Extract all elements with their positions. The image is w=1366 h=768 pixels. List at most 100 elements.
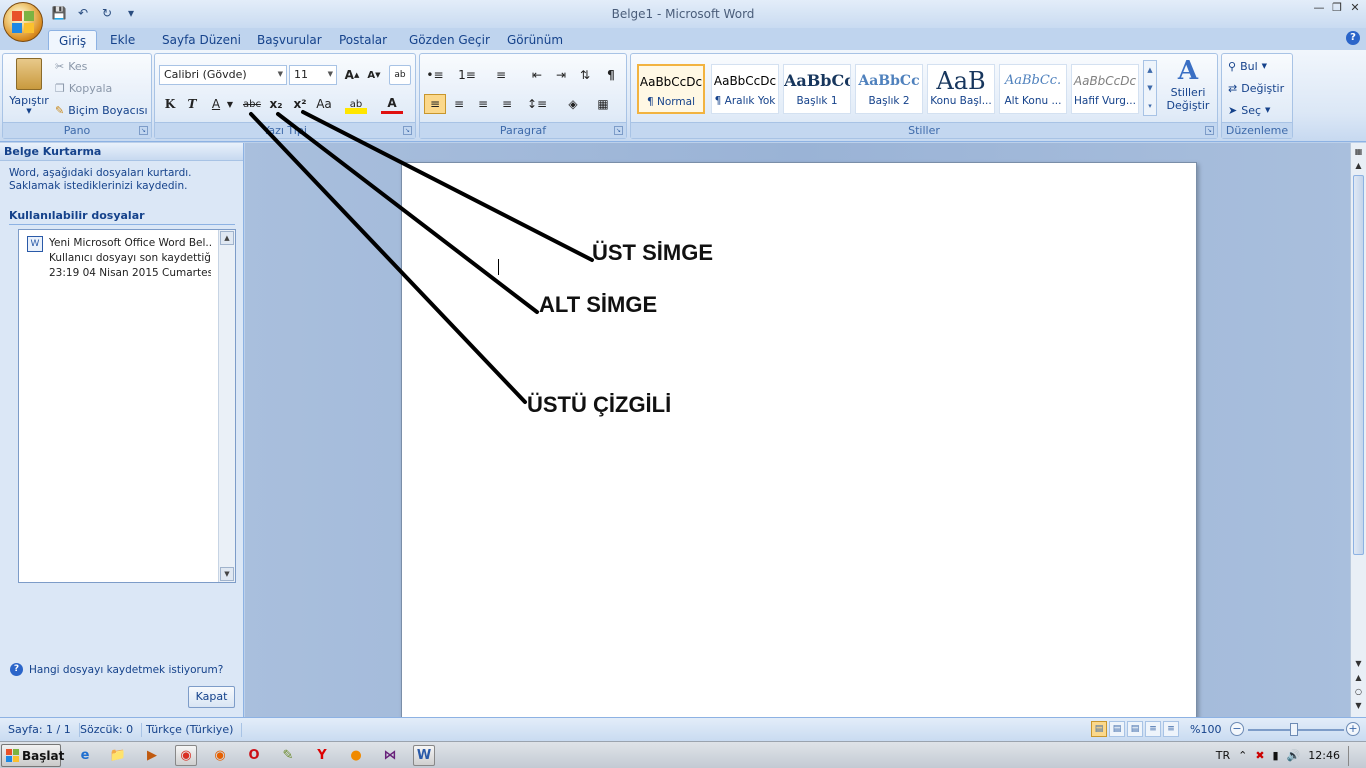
select-button[interactable]: ➤ Seç ▼ — [1228, 100, 1270, 120]
zoom-slider[interactable]: − + — [1230, 722, 1362, 738]
style-subtle-emphasis[interactable]: AaBbCcDc Hafif Vurg... — [1071, 64, 1139, 114]
full-screen-reading-icon[interactable]: ▤ — [1109, 721, 1125, 737]
orange-app-icon[interactable]: ● — [345, 745, 367, 766]
zoom-in-icon[interactable]: + — [1346, 722, 1360, 736]
yandex-icon[interactable]: Y — [311, 745, 333, 766]
scroll-up-icon[interactable]: ▲ — [1353, 161, 1364, 170]
which-file-help-link[interactable]: ? Hangi dosyayı kaydetmek istiyorum? — [10, 663, 223, 676]
tab-gozden-gecir[interactable]: Gözden Geçir — [399, 30, 500, 50]
bold-button[interactable]: K — [159, 94, 181, 114]
help-icon[interactable]: ? — [1346, 31, 1360, 45]
ie-icon[interactable]: e — [74, 745, 96, 766]
minimize-icon[interactable]: — — [1312, 2, 1326, 14]
previous-page-icon[interactable]: ▲ — [1353, 673, 1364, 682]
tab-postalar[interactable]: Postalar — [329, 30, 397, 50]
style-heading-1[interactable]: AaBbCc Başlık 1 — [783, 64, 851, 114]
clear-formatting-icon[interactable]: ab — [389, 65, 411, 85]
shrink-font-icon[interactable]: A ▼ — [363, 65, 385, 85]
document-page[interactable] — [401, 162, 1197, 722]
multilevel-list-icon[interactable]: ≡ — [490, 65, 512, 85]
zoom-out-icon[interactable]: − — [1230, 722, 1244, 736]
language-bar[interactable]: TR — [1216, 749, 1230, 762]
scroll-down-icon[interactable]: ▼ — [1353, 659, 1364, 668]
list-scrollbar[interactable]: ▲ ▼ — [218, 230, 235, 582]
dialog-launcher-icon[interactable]: ↘ — [614, 126, 623, 135]
increase-indent-icon[interactable]: ⇥ — [550, 65, 572, 85]
dialog-launcher-icon[interactable]: ↘ — [1205, 126, 1214, 135]
styles-gallery-scroll[interactable]: ▲ ▼ ▾ — [1143, 60, 1157, 116]
zoom-level[interactable]: %100 — [1190, 723, 1221, 736]
dialog-launcher-icon[interactable]: ↘ — [139, 126, 148, 135]
tab-sayfa-duzeni[interactable]: Sayfa Düzeni — [152, 30, 251, 50]
decrease-indent-icon[interactable]: ⇤ — [526, 65, 548, 85]
style-normal[interactable]: AaBbCcDc ¶ Normal — [637, 64, 705, 114]
office-button[interactable] — [3, 2, 43, 42]
explorer-icon[interactable]: 📁 — [107, 745, 129, 766]
opera-icon[interactable]: O — [243, 745, 265, 766]
align-left-icon[interactable]: ≡ — [424, 94, 446, 114]
page-count[interactable]: Sayfa: 1 / 1 — [8, 723, 80, 737]
style-title[interactable]: AaB Konu Başl... — [927, 64, 995, 114]
close-button[interactable]: Kapat — [188, 686, 235, 708]
network-icon[interactable]: ✖ — [1255, 749, 1264, 762]
superscript-button[interactable]: x² — [289, 94, 311, 114]
scroll-down-icon[interactable]: ▼ — [220, 567, 234, 581]
clock[interactable]: 12:46 — [1308, 749, 1340, 762]
shading-icon[interactable]: ◈ — [562, 94, 584, 114]
replace-button[interactable]: ⇄ Değiştir — [1228, 78, 1284, 98]
signal-icon[interactable]: ▮ — [1273, 749, 1279, 762]
chevron-down-icon[interactable]: ▼ — [225, 94, 235, 114]
vertical-scrollbar[interactable]: ▦ ▲ ▼ ▲ ○ ▼ — [1350, 143, 1366, 717]
change-case-button[interactable]: Aa — [313, 94, 335, 114]
chrome-icon[interactable]: ◉ — [175, 745, 197, 766]
restore-icon[interactable]: ❐ — [1330, 2, 1344, 14]
style-heading-2[interactable]: AaBbCc Başlık 2 — [855, 64, 923, 114]
copy-button[interactable]: ❐ Kopyala — [55, 78, 112, 98]
language-indicator[interactable]: Türkçe (Türkiye) — [146, 723, 243, 737]
change-styles-button[interactable]: A Stilleri Değiştir — [1161, 56, 1215, 120]
word-icon[interactable]: W — [413, 745, 435, 766]
strikethrough-button[interactable]: abc — [241, 94, 263, 114]
pilcrow-icon[interactable]: ¶ — [600, 65, 622, 85]
borders-icon[interactable]: ▦ — [592, 94, 614, 114]
paste-button[interactable]: Yapıştır ▼ — [7, 56, 51, 118]
scroll-up-icon[interactable]: ▲ — [220, 231, 234, 245]
numbering-icon[interactable]: 1≡ — [456, 65, 478, 85]
browse-object-icon[interactable]: ○ — [1353, 687, 1364, 696]
justify-icon[interactable]: ≡ — [496, 94, 518, 114]
ruler-toggle-icon[interactable]: ▦ — [1353, 147, 1364, 156]
start-button[interactable]: Başlat — [1, 744, 64, 767]
next-page-icon[interactable]: ▼ — [1353, 701, 1364, 710]
style-subtitle[interactable]: AaBbCc. Alt Konu ... — [999, 64, 1067, 114]
outline-icon[interactable]: ≡ — [1145, 721, 1161, 737]
sort-icon[interactable]: ⇅ — [574, 65, 596, 85]
word-count[interactable]: Sözcük: 0 — [80, 723, 143, 737]
align-right-icon[interactable]: ≡ — [472, 94, 494, 114]
font-size-select[interactable]: 11 ▼ — [289, 65, 337, 85]
style-no-spacing[interactable]: AaBbCcDc ¶ Aralık Yok — [711, 64, 779, 114]
zoom-knob[interactable] — [1290, 723, 1298, 736]
find-button[interactable]: ⚲ Bul ▼ — [1228, 56, 1267, 76]
tab-giris[interactable]: Giriş — [48, 30, 98, 50]
tab-ekle[interactable]: Ekle — [100, 30, 145, 50]
close-icon[interactable]: ✕ — [1348, 2, 1362, 14]
cut-button[interactable]: ✂ Kes — [55, 56, 87, 76]
firefox-icon[interactable]: ◉ — [209, 745, 231, 766]
draft-icon[interactable]: ≡ — [1163, 721, 1179, 737]
scroll-thumb[interactable] — [1353, 175, 1364, 555]
media-player-icon[interactable]: ▶ — [141, 745, 163, 766]
font-color-button[interactable]: A — [381, 94, 403, 114]
volume-icon[interactable]: 🔊 — [1287, 749, 1301, 762]
list-item[interactable]: W Yeni Microsoft Office Word Bel... Kull… — [27, 236, 211, 281]
font-family-select[interactable]: Calibri (Gövde) ▼ — [159, 65, 287, 85]
format-painter-button[interactable]: ✎ Biçim Boyacısı — [55, 100, 148, 120]
show-desktop-icon[interactable] — [1348, 745, 1360, 766]
tab-gorunum[interactable]: Görünüm — [497, 30, 573, 50]
highlight-button[interactable]: ab — [345, 94, 367, 114]
subscript-button[interactable]: x₂ — [265, 94, 287, 114]
align-center-icon[interactable]: ≡ — [448, 94, 470, 114]
line-spacing-icon[interactable]: ↕≡ — [526, 94, 548, 114]
dialog-launcher-icon[interactable]: ↘ — [403, 126, 412, 135]
show-hidden-icons-icon[interactable]: ⌃ — [1238, 749, 1247, 762]
notepad-icon[interactable]: ✎ — [277, 745, 299, 766]
